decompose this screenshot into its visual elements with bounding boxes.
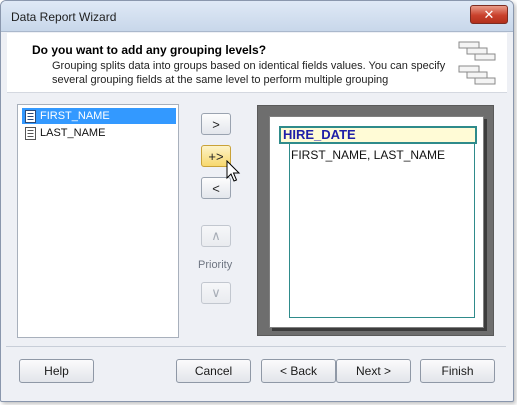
page-title: Do you want to add any grouping levels? <box>32 43 267 57</box>
title-bar[interactable]: Data Report Wizard ✕ <box>1 1 513 32</box>
list-item-label: LAST_NAME <box>40 127 106 139</box>
priority-up-button[interactable]: ∧ <box>201 225 231 247</box>
grouping-levels-icon <box>458 41 496 85</box>
priority-label: Priority <box>198 259 233 271</box>
page-description: Grouping splits data into groups based o… <box>52 60 446 86</box>
list-item-label: FIRST_NAME <box>40 110 110 122</box>
window-title: Data Report Wizard <box>11 10 117 24</box>
detail-section-box <box>289 144 475 318</box>
field-icon <box>25 126 36 140</box>
list-item-first-name[interactable]: FIRST_NAME <box>22 108 176 124</box>
back-button[interactable]: < Back <box>261 359 336 383</box>
available-fields-list[interactable]: FIRST_NAME LAST_NAME <box>17 104 179 338</box>
finish-button[interactable]: Finish <box>420 359 495 383</box>
detail-fields-text: FIRST_NAME, LAST_NAME <box>291 148 446 162</box>
add-group-button[interactable]: > <box>201 113 231 135</box>
next-button[interactable]: Next > <box>336 359 411 383</box>
priority-down-button[interactable]: ∨ <box>201 282 231 304</box>
help-button[interactable]: Help <box>19 359 94 383</box>
header-panel: Do you want to add any grouping levels? … <box>7 33 507 93</box>
close-button[interactable]: ✕ <box>470 5 508 24</box>
list-item-last-name[interactable]: LAST_NAME <box>22 125 176 141</box>
group-header-hire-date[interactable]: HIRE_DATE <box>279 126 477 144</box>
footer-divider <box>6 346 506 347</box>
cancel-button[interactable]: Cancel <box>176 359 251 383</box>
mouse-pointer-icon <box>226 160 241 182</box>
field-icon <box>25 109 36 123</box>
